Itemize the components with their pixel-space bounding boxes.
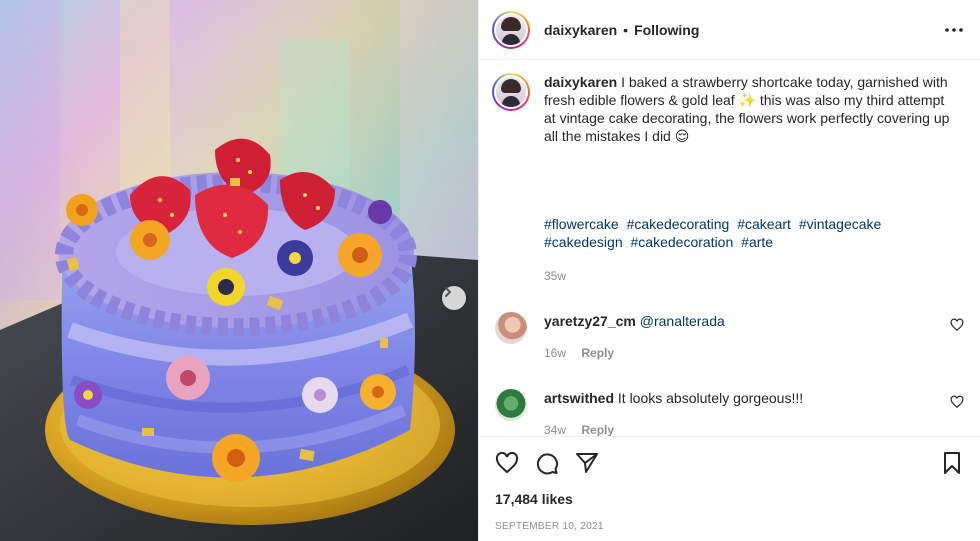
next-photo-button[interactable] <box>442 286 466 310</box>
heart-icon <box>495 451 519 474</box>
post-header: daixykaren • Following <box>479 0 980 60</box>
comment-item: artswithed It looks absolutely gorgeous!… <box>492 389 964 436</box>
hashtag-link[interactable]: #cakeart <box>737 216 791 232</box>
commenter-username[interactable]: yaretzy27_cm <box>544 313 636 329</box>
comment-text: It looks absolutely gorgeous!!! <box>617 390 804 406</box>
more-options-icon <box>945 27 963 32</box>
commenter-avatar[interactable] <box>495 312 527 344</box>
caption-username[interactable]: daixykaren <box>544 74 617 90</box>
hashtag-link[interactable]: #cakedesign <box>544 234 623 250</box>
comment-like-button[interactable] <box>950 395 964 409</box>
share-icon <box>576 453 598 473</box>
reply-button[interactable]: Reply <box>581 423 614 436</box>
like-button[interactable] <box>495 451 519 475</box>
comments-section[interactable]: daixykaren I baked a strawberry shortcak… <box>479 60 980 436</box>
post-photo <box>0 0 478 541</box>
following-button[interactable]: Following <box>634 22 699 38</box>
more-options-button[interactable] <box>942 18 966 42</box>
commenter-avatar[interactable] <box>495 389 527 421</box>
caption: daixykaren I baked a strawberry shortcak… <box>492 73 964 285</box>
cake-photo-illustration <box>0 0 478 541</box>
hashtag-list: #flowercake #cakedecorating #cakeart #vi… <box>544 215 954 251</box>
heart-icon <box>950 318 964 332</box>
chevron-right-icon <box>445 287 451 297</box>
hashtag-link[interactable]: #vintagecake <box>799 216 882 232</box>
post-side-panel: daixykaren • Following daixykaren I bake… <box>478 0 980 541</box>
reply-button[interactable]: Reply <box>581 346 614 360</box>
likes-count[interactable]: 17,484 likes <box>495 491 964 507</box>
post-date[interactable]: SEPTEMBER 10, 2021 <box>495 521 964 532</box>
comment-timestamp[interactable]: 34w <box>544 423 566 436</box>
post-actions: 17,484 likes SEPTEMBER 10, 2021 <box>479 436 980 541</box>
save-button[interactable] <box>940 451 964 475</box>
bookmark-icon <box>944 452 960 474</box>
caption-timestamp[interactable]: 35w <box>544 267 954 285</box>
hashtag-link[interactable]: #arte <box>741 234 773 250</box>
comment-icon <box>536 453 558 475</box>
comment-timestamp[interactable]: 16w <box>544 346 566 360</box>
comment-item: yaretzy27_cm @ranalterada 16w Reply <box>492 312 964 362</box>
comment-mention[interactable]: @ranalterada <box>640 313 725 329</box>
author-username[interactable]: daixykaren <box>544 22 617 38</box>
instagram-post-modal: daixykaren • Following daixykaren I bake… <box>0 0 980 541</box>
hashtag-link[interactable]: #cakedecoration <box>631 234 734 250</box>
header-separator: • <box>623 21 629 38</box>
hashtag-link[interactable]: #cakedecorating <box>627 216 730 232</box>
comment-like-button[interactable] <box>950 318 964 332</box>
comment-button[interactable] <box>535 451 559 475</box>
author-avatar[interactable] <box>492 10 530 49</box>
share-button[interactable] <box>575 451 599 475</box>
commenter-username[interactable]: artswithed <box>544 390 614 406</box>
caption-author-avatar[interactable] <box>492 73 530 111</box>
heart-icon <box>950 395 964 409</box>
hashtag-link[interactable]: #flowercake <box>544 216 619 232</box>
